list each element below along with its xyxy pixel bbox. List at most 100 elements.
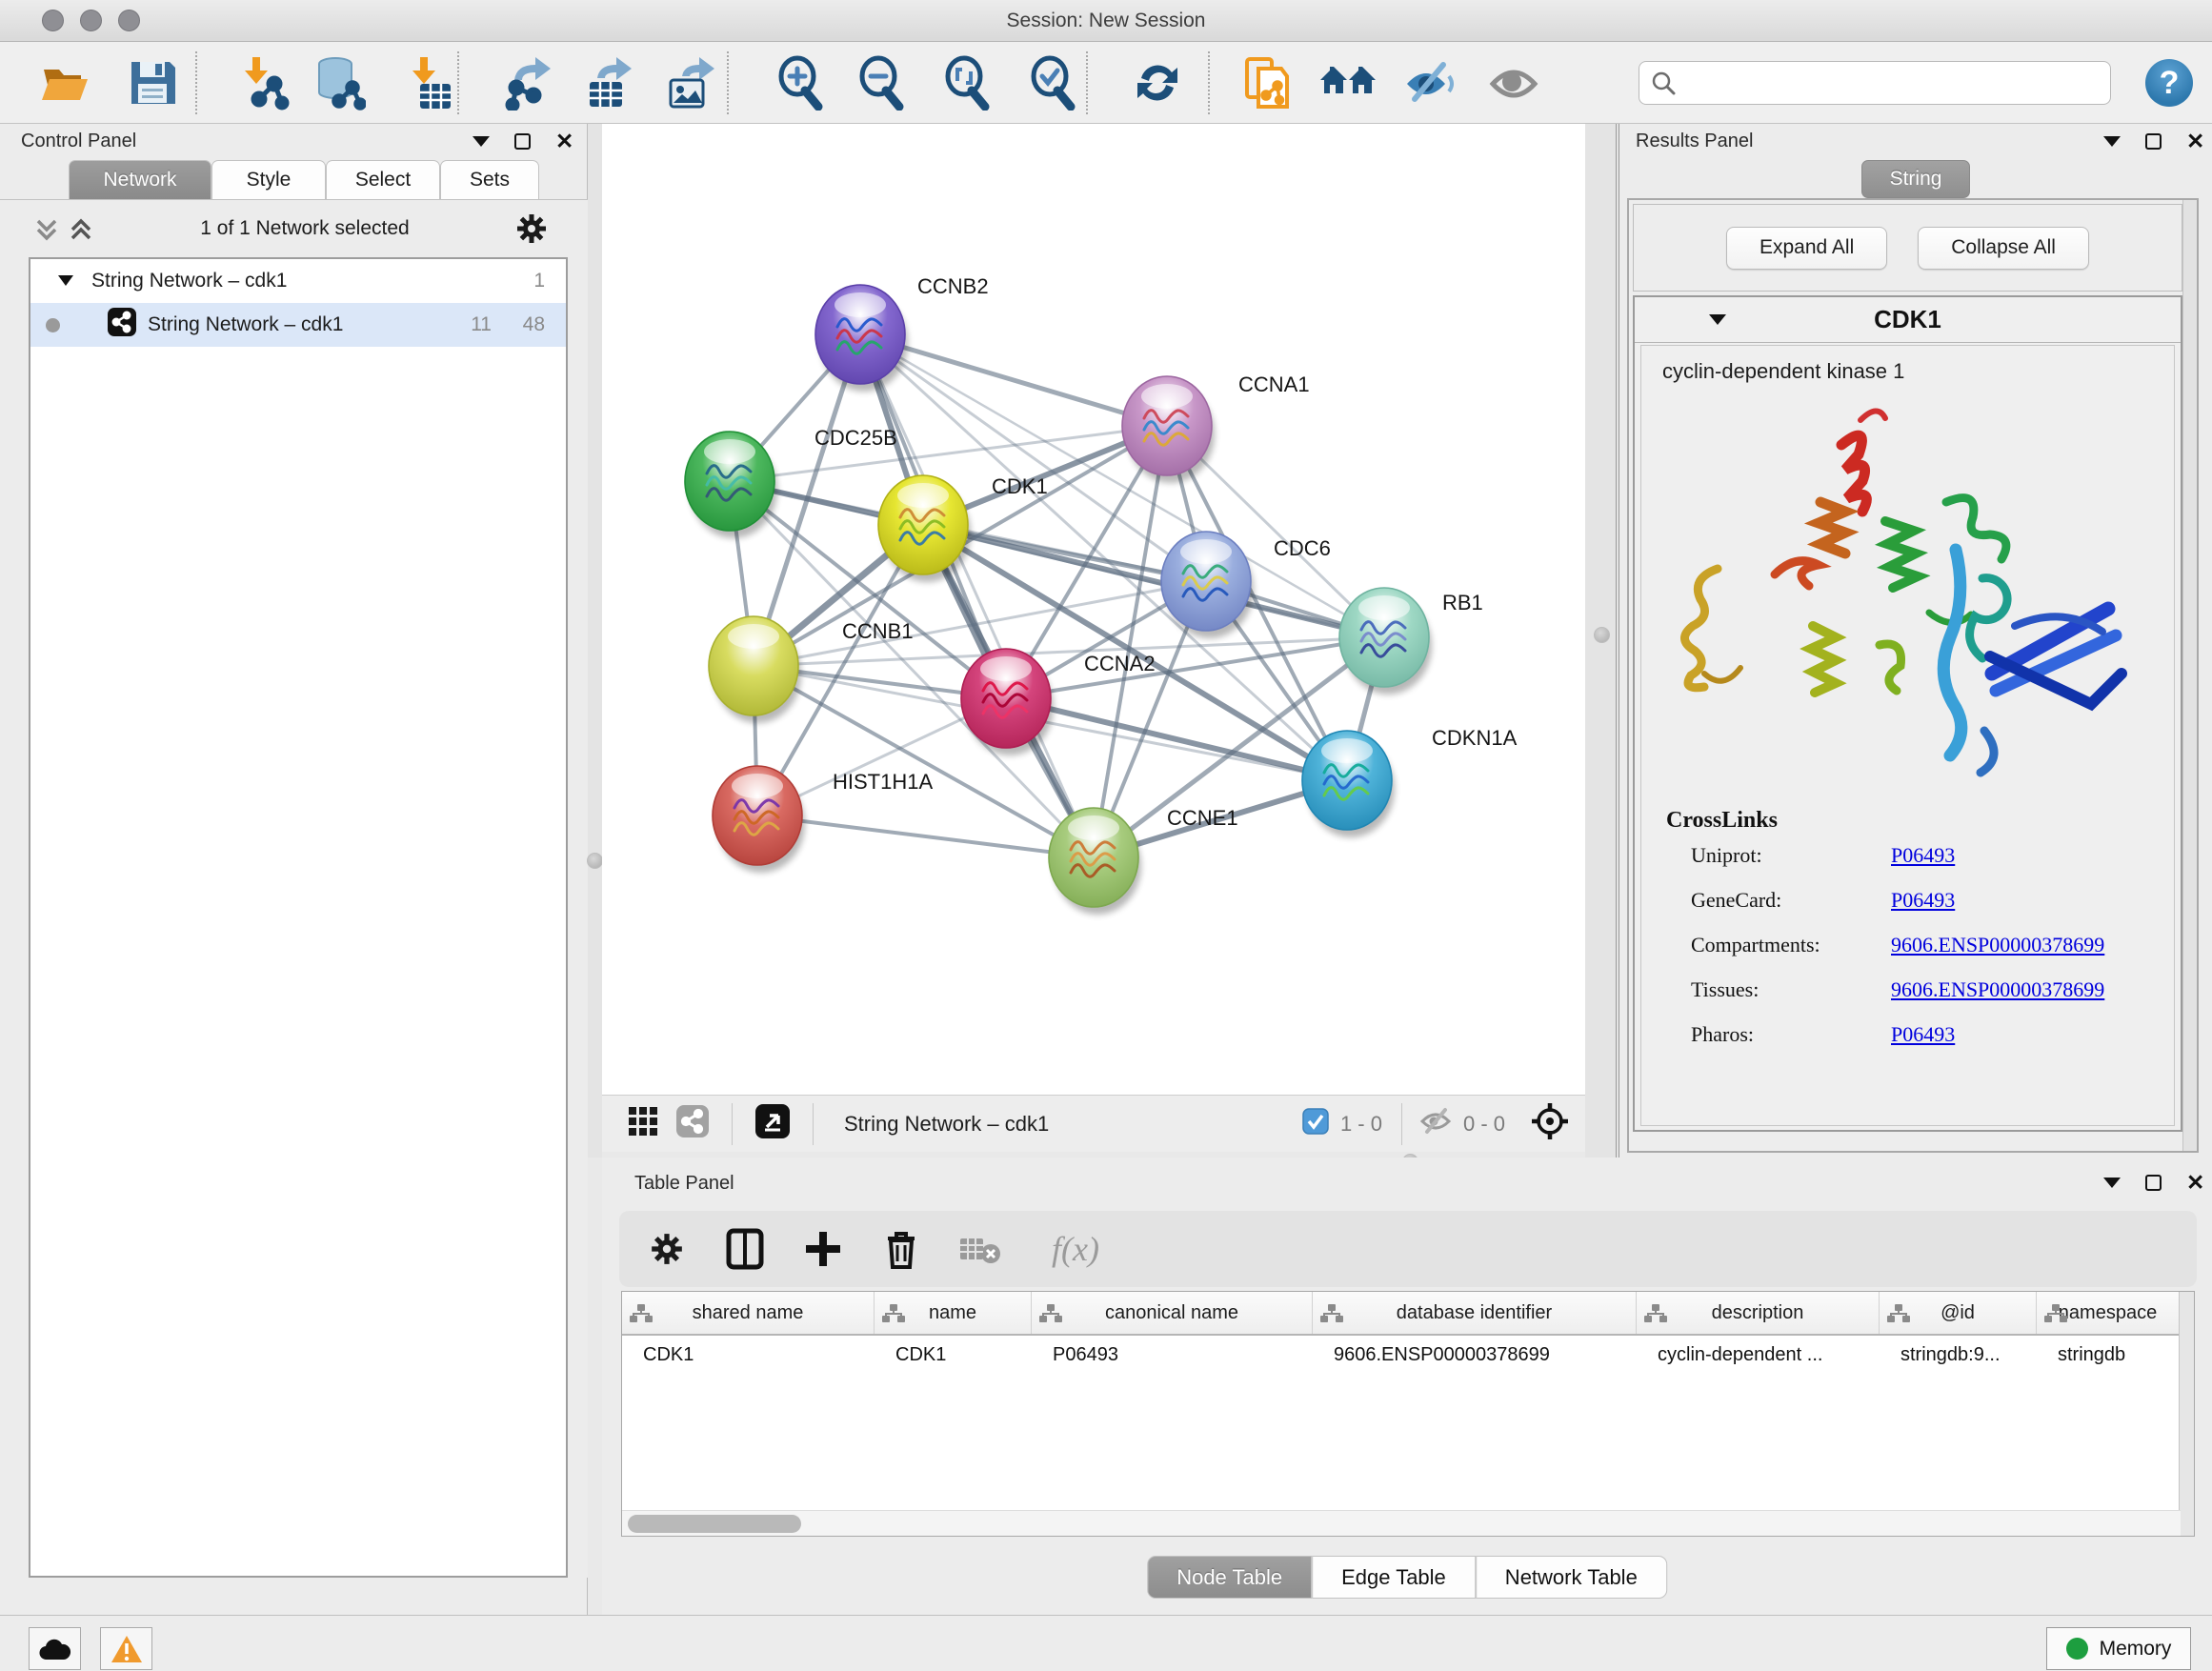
svg-text:CCNE1: CCNE1 [1167,806,1238,830]
function-builder-button[interactable]: f(x) [1033,1224,1118,1274]
node-CCNA2: CCNA2 [961,649,1156,755]
table-panel: Table Panel ✕ f( [602,1158,2212,1615]
export-table-button[interactable] [579,52,640,113]
zoom-selected-button[interactable] [1022,52,1083,113]
fit-selected-crosshair-button[interactable] [1530,1101,1570,1146]
column-header-namespace[interactable]: namespace [2037,1292,2180,1334]
tab-select[interactable]: Select [326,160,440,199]
hidden-eye-slash-icon[interactable] [1419,1107,1452,1140]
network-panel-options-button[interactable] [514,211,549,251]
tab-network-table[interactable]: Network Table [1476,1556,1667,1599]
float-panel-icon[interactable] [473,136,490,147]
collapse-all-networks-button[interactable] [34,215,59,249]
crosslink-link[interactable]: P06493 [1891,843,1955,868]
zoom-in-button[interactable] [770,52,831,113]
collapse-triangle-icon[interactable] [57,270,74,292]
tab-string[interactable]: String [1861,160,1970,198]
tab-edge-table[interactable]: Edge Table [1312,1556,1476,1599]
tab-node-table[interactable]: Node Table [1147,1556,1312,1599]
control-panel-title: Control Panel [21,131,136,152]
selected-checkbox-icon[interactable] [1302,1108,1329,1139]
tab-style[interactable]: Style [211,160,326,199]
table-row[interactable]: CDK1CDK1P064939606.ENSP00000378699cyclin… [622,1336,2194,1378]
create-column-button[interactable] [798,1224,848,1274]
undock-panel-icon[interactable] [2145,133,2162,150]
save-session-button[interactable] [122,52,183,113]
undock-panel-icon[interactable] [514,133,531,150]
expand-all-networks-button[interactable] [69,215,93,249]
help-button[interactable]: ? [2145,59,2193,107]
network-canvas[interactable]: CCNB2 CCNA1 CDC25B CDK1 CDC6 RB1 CCNB1 C… [602,124,1585,1095]
open-in-window-button[interactable] [755,1104,790,1143]
crosslink-link[interactable]: P06493 [1891,888,1955,913]
undock-panel-icon[interactable] [2145,1175,2162,1191]
network-collection-row[interactable]: String Network – cdk1 1 [30,259,566,303]
scrollbar-thumb[interactable] [628,1515,801,1533]
node-HIST1H1A: HIST1H1A [713,766,933,873]
first-neighbors-button[interactable] [1317,52,1378,113]
grid-view-button[interactable] [629,1107,657,1140]
table-horizontal-scrollbar[interactable] [622,1510,2181,1536]
show-columns-button[interactable] [720,1224,770,1274]
warnings-button[interactable] [100,1627,152,1670]
show-hide-graphics-button[interactable] [1398,52,1459,113]
delete-table-button[interactable] [955,1224,1004,1274]
zoom-out-button[interactable] [851,52,912,113]
control-panel-header-icons: ✕ [473,133,573,150]
network-row[interactable]: String Network – cdk1 11 48 [30,303,566,347]
separator [1401,1103,1402,1145]
column-header-shared-name[interactable]: shared name [622,1292,875,1334]
column-header-description[interactable]: description [1637,1292,1880,1334]
float-panel-icon[interactable] [2103,1178,2121,1188]
float-panel-icon[interactable] [2103,136,2121,147]
crosslink-link[interactable]: 9606.ENSP00000378699 [1891,933,2104,957]
search-box[interactable] [1639,61,2111,105]
network-view-toolbar: String Network – cdk1 1 - 0 0 - 0 [602,1095,1585,1152]
memory-button[interactable]: Memory [2046,1627,2191,1670]
level-of-detail-button[interactable] [1484,52,1545,113]
expand-all-button[interactable]: Expand All [1726,227,1887,270]
results-vertical-scrollbar[interactable] [2182,200,2197,1151]
left-splitter[interactable] [588,124,602,1158]
table-vertical-scrollbar[interactable] [2179,1292,2194,1536]
apply-layout-button[interactable] [1127,52,1188,113]
export-image-button[interactable] [660,52,721,113]
toolbar-separator [457,51,459,114]
collapse-all-button[interactable]: Collapse All [1918,227,2089,270]
close-panel-icon[interactable]: ✕ [2186,1175,2204,1191]
tab-network[interactable]: Network [69,160,211,199]
column-header-name[interactable]: name [875,1292,1032,1334]
crosslink-link[interactable]: P06493 [1891,1022,1955,1047]
column-header-canonical-name[interactable]: canonical name [1032,1292,1313,1334]
string-network-icon [108,308,136,342]
node-table: shared name name canonical name database… [621,1291,2195,1537]
copy-network-button[interactable] [1237,52,1297,113]
cloud-status-button[interactable] [29,1627,81,1670]
zoom-fit-button[interactable] [936,52,997,113]
delete-column-button[interactable] [876,1224,926,1274]
export-network-button[interactable] [498,52,559,113]
import-network-file-button[interactable] [231,52,292,113]
network-graph[interactable]: CCNB2 CCNA1 CDC25B CDK1 CDC6 RB1 CCNB1 C… [602,124,1585,1095]
splitter-handle[interactable] [1594,627,1610,643]
network-birdseye-button[interactable] [676,1105,709,1142]
gene-section-header[interactable]: CDK1 [1635,297,2181,343]
crosslink-link[interactable]: 9606.ENSP00000378699 [1891,977,2104,1002]
right-splitter[interactable] [1585,124,1619,1158]
splitter-handle[interactable] [587,853,603,869]
tab-sets[interactable]: Sets [440,160,539,199]
export-network-icon [501,55,556,111]
column-header-@id[interactable]: @id [1880,1292,2037,1334]
network-status-dot-icon [46,318,60,332]
search-input[interactable] [1676,72,2085,94]
table-cell: cyclin-dependent ... [1637,1336,1880,1378]
import-table-file-button[interactable] [396,52,457,113]
table-options-button[interactable] [642,1224,692,1274]
open-session-button[interactable] [34,52,95,113]
close-panel-icon[interactable]: ✕ [2186,133,2204,150]
column-header-database-identifier[interactable]: database identifier [1313,1292,1637,1334]
close-panel-icon[interactable]: ✕ [555,133,573,150]
toolbar-separator [195,51,197,114]
collapse-triangle-icon[interactable] [1709,314,1726,325]
import-network-database-button[interactable] [308,52,369,113]
